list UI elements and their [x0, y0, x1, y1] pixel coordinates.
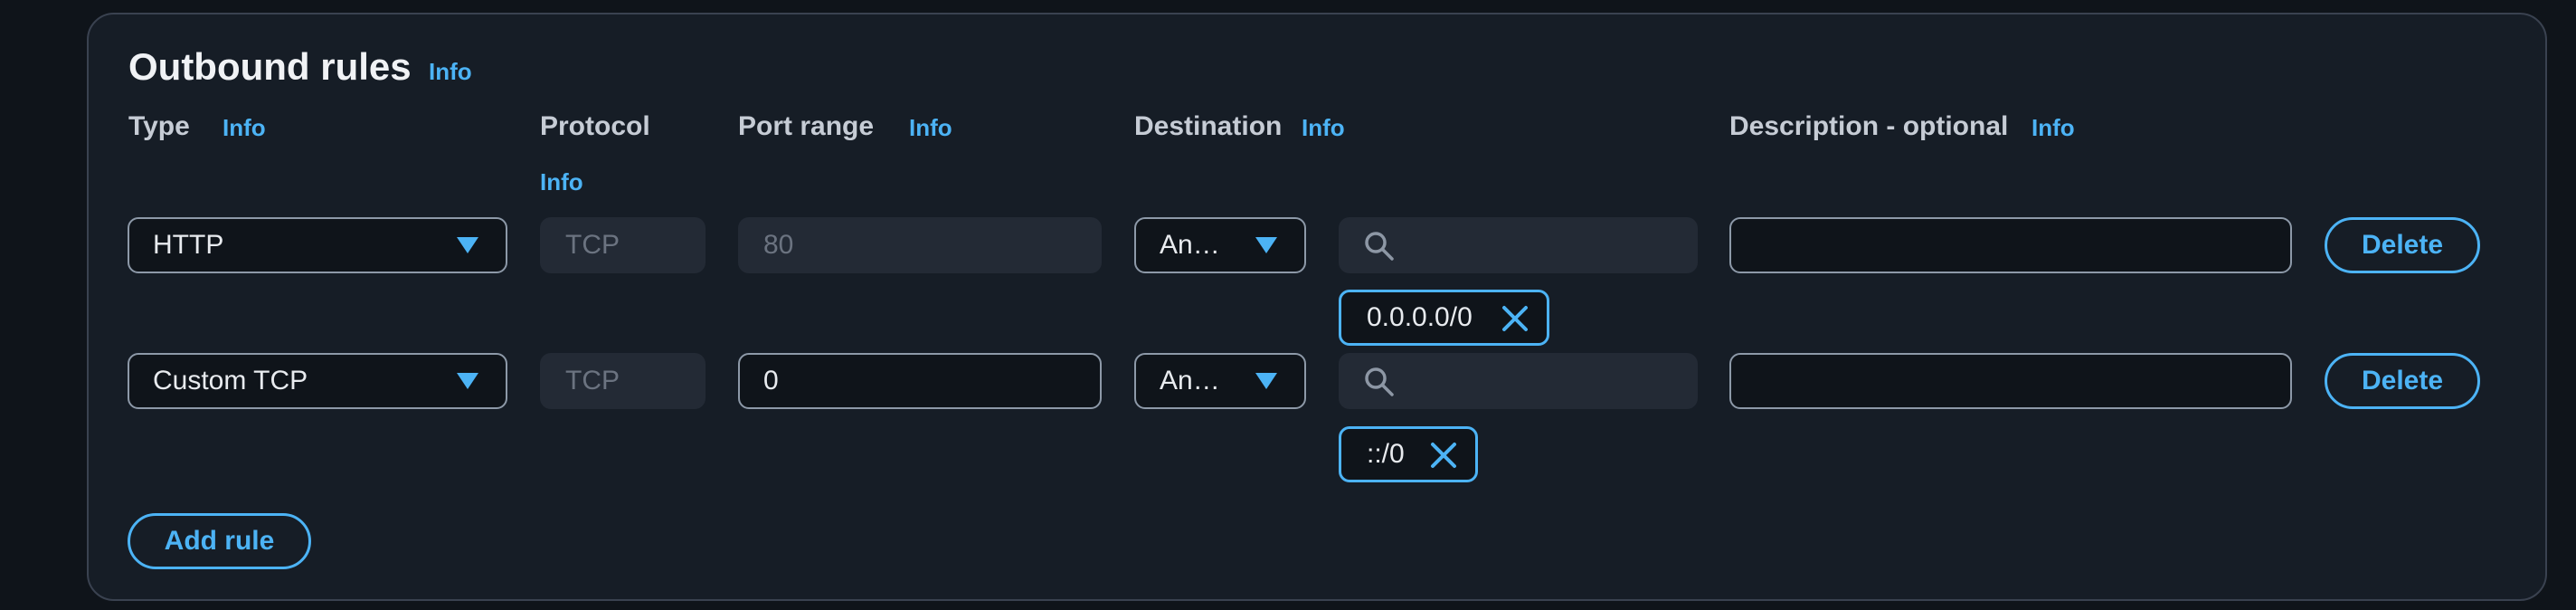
rule-1-destination-search[interactable]	[1339, 217, 1698, 273]
outbound-rules-panel	[87, 13, 2547, 601]
rule-2-destination-token: ::/0	[1339, 426, 1478, 482]
rule-1-description-input[interactable]	[1729, 217, 2292, 273]
rule-1-destination-token: 0.0.0.0/0	[1339, 290, 1549, 346]
description-info-link[interactable]: Info	[2031, 114, 2075, 141]
section-title: Outbound rules	[128, 45, 412, 88]
column-header-type: Type	[128, 111, 190, 141]
caret-down-icon	[457, 373, 478, 389]
rule-2-type-value: Custom TCP	[153, 366, 308, 396]
rule-1-delete-button[interactable]: Delete	[2325, 217, 2480, 273]
column-header-destination: Destination	[1134, 111, 1283, 141]
caret-down-icon	[1255, 237, 1277, 253]
add-rule-button[interactable]: Add rule	[128, 513, 311, 569]
destination-info-link[interactable]: Info	[1302, 114, 1345, 141]
section-info-link[interactable]: Info	[429, 58, 472, 85]
close-icon[interactable]	[1501, 305, 1529, 332]
close-icon[interactable]	[1430, 442, 1457, 469]
rule-2-protocol-field: TCP	[540, 353, 706, 409]
rule-1-destination-token-label: 0.0.0.0/0	[1367, 302, 1473, 332]
rule-1-type-select[interactable]: HTTP	[128, 217, 507, 273]
rule-1-destination-type-value: An…	[1160, 230, 1220, 260]
search-icon	[1365, 232, 1394, 261]
rule-2-port-range-input[interactable]: 0	[738, 353, 1102, 409]
port-range-info-link[interactable]: Info	[909, 114, 952, 141]
column-header-port-range: Port range	[738, 111, 875, 141]
rule-2-description-input[interactable]	[1729, 353, 2292, 409]
rule-2-destination-token-label: ::/0	[1367, 439, 1405, 469]
search-icon	[1365, 367, 1394, 396]
rule-2-type-select[interactable]: Custom TCP	[128, 353, 507, 409]
rule-2-destination-type-select[interactable]: An…	[1134, 353, 1306, 409]
column-header-description: Description - optional	[1729, 111, 2009, 141]
rule-2-delete-button[interactable]: Delete	[2325, 353, 2480, 409]
protocol-info-link[interactable]: Info	[540, 168, 583, 195]
caret-down-icon	[1255, 373, 1277, 389]
rule-1-type-value: HTTP	[153, 230, 224, 260]
rule-1-destination-type-select[interactable]: An…	[1134, 217, 1306, 273]
rule-1-port-range-field: 80	[738, 217, 1102, 273]
rule-2-destination-type-value: An…	[1160, 366, 1220, 396]
column-header-protocol: Protocol	[540, 111, 650, 141]
rule-2-destination-search[interactable]	[1339, 353, 1698, 409]
caret-down-icon	[457, 237, 478, 253]
type-info-link[interactable]: Info	[223, 114, 266, 141]
rule-1-protocol-field: TCP	[540, 217, 706, 273]
